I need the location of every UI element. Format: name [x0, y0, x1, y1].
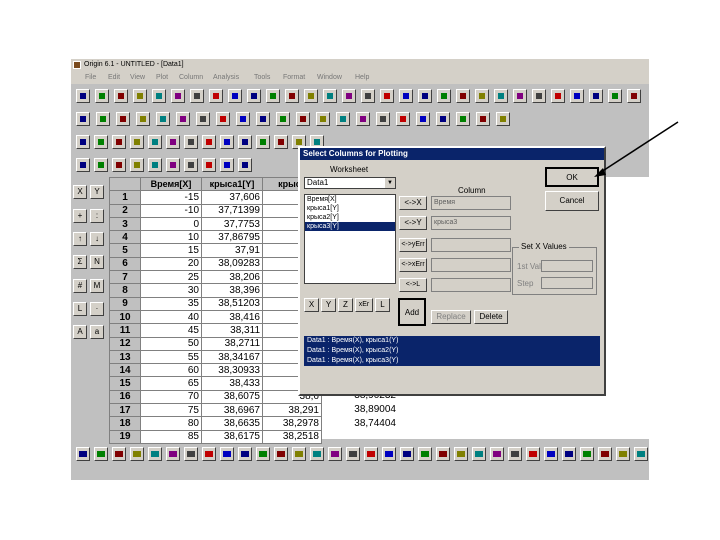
annotation-arrow	[594, 121, 679, 177]
arrow-line	[597, 121, 679, 175]
